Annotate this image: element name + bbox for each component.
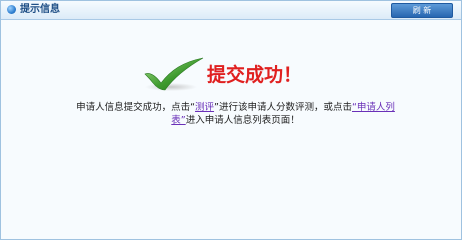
applicant-list-link-part-1: “申请人列 xyxy=(351,102,395,113)
message-text-3: 进入申请人信息列表页面！ xyxy=(185,115,300,126)
checkmark-icon xyxy=(144,57,204,91)
window-title: 提示信息 xyxy=(20,4,60,15)
info-window: 提示信息 刷 新 提交成功！ 申请人信息提交成功，点击“测评”进行该申请人分数评… xyxy=(0,0,462,240)
applicant-list-link-part-2: 表” xyxy=(171,115,186,126)
eval-link[interactable]: 测评 xyxy=(195,102,214,113)
message-text-1: 申请人信息提交成功，点击 xyxy=(76,102,191,113)
message-text-2: 进行该申请人分数评测，或点击 xyxy=(218,102,352,113)
success-message: 申请人信息提交成功，点击“测评”进行该申请人分数评测，或点击“申请人列 表”进入申… xyxy=(63,101,408,127)
blue-dot-icon xyxy=(7,5,16,14)
window-titlebar: 提示信息 刷 新 xyxy=(1,1,461,20)
refresh-button[interactable]: 刷 新 xyxy=(391,3,453,18)
success-title: 提交成功！ xyxy=(207,64,303,86)
